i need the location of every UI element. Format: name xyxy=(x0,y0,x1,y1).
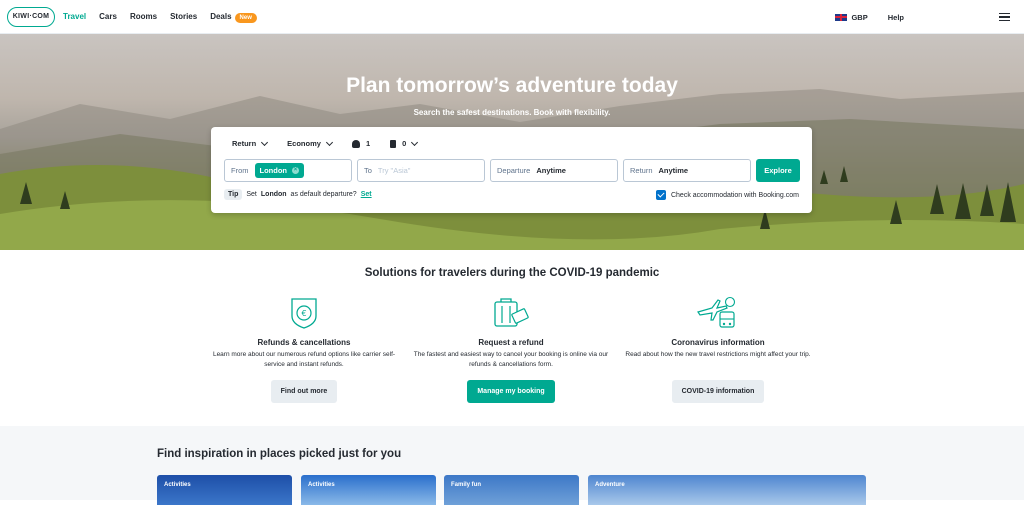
inspiration-card[interactable]: Activities xyxy=(157,475,292,505)
cabin-class-label: Economy xyxy=(287,139,321,148)
inspiration-title: Find inspiration in places picked just f… xyxy=(157,448,402,460)
help-link[interactable]: Help xyxy=(888,13,904,22)
tip-text-pre: Set xyxy=(246,191,257,198)
covid-info-button[interactable]: COVID-19 information xyxy=(671,380,765,403)
tip-city: London xyxy=(260,191,287,198)
menu-icon[interactable] xyxy=(999,12,1010,22)
bag-icon xyxy=(390,139,397,148)
inspiration-card[interactable]: Adventure xyxy=(588,475,866,505)
card-label: Activities xyxy=(164,482,191,488)
tip-text-post: as default departure? xyxy=(290,191,357,198)
nav-deals[interactable]: Deals New xyxy=(210,12,257,23)
accommodation-check[interactable]: Check accommodation with Booking.com xyxy=(655,190,799,200)
to-placeholder: Try "Asia" xyxy=(377,166,411,175)
trip-type-select[interactable]: Return xyxy=(232,138,269,148)
chevron-down-icon xyxy=(411,138,419,146)
covid-card-refunds: € Refunds & cancellations Learn more abo… xyxy=(206,296,402,403)
uk-flag-icon xyxy=(835,13,848,21)
passenger-icon xyxy=(351,139,360,148)
chevron-down-icon xyxy=(325,138,333,146)
main-nav: Travel Cars Rooms Stories Deals New xyxy=(63,12,257,23)
passenger-count: 1 xyxy=(365,139,371,148)
header-right: GBP Help xyxy=(835,0,1024,34)
search-form: Return Economy 1 0 From London × To Try "… xyxy=(211,127,812,213)
hero-subtitle: Search the safest destinations. Book wit… xyxy=(413,108,611,117)
hero-title: Plan tomorrow’s adventure today xyxy=(346,74,678,97)
explore-button[interactable]: Explore xyxy=(756,159,800,182)
new-badge: New xyxy=(234,13,257,23)
covid-card-request-refund: Request a refund The fastest and easiest… xyxy=(413,296,609,403)
passengers-select[interactable]: 1 xyxy=(351,139,371,148)
trip-type-label: Return xyxy=(232,139,257,148)
bags-select[interactable]: 0 xyxy=(390,138,419,148)
covid-card-coronavirus: Coronavirus information Read about how t… xyxy=(620,296,816,403)
tip-row: Tip Set London as default departure? Set xyxy=(224,189,372,200)
nav-travel[interactable]: Travel xyxy=(63,12,86,21)
inspiration-section: Find inspiration in places picked just f… xyxy=(0,426,1024,505)
return-label: Return xyxy=(630,166,653,175)
card-title: Request a refund xyxy=(478,338,544,347)
kiwi-logo[interactable]: KIWI·COM xyxy=(7,6,55,27)
nav-cars[interactable]: Cars xyxy=(99,12,117,21)
card-label: Activities xyxy=(308,482,335,488)
inspiration-card[interactable]: Activities xyxy=(301,475,436,505)
find-out-more-button[interactable]: Find out more xyxy=(270,380,338,403)
chevron-down-icon xyxy=(261,138,269,146)
covid-section-title: Solutions for travelers during the COVID… xyxy=(364,267,660,279)
luggage-ticket-icon xyxy=(413,296,609,330)
departure-label: Departure xyxy=(497,166,531,175)
nav-stories[interactable]: Stories xyxy=(170,12,197,21)
inspiration-card[interactable]: Family fun xyxy=(444,475,579,505)
card-label: Family fun xyxy=(451,482,482,488)
from-label: From xyxy=(231,166,249,175)
bag-count: 0 xyxy=(402,139,407,148)
manage-booking-button[interactable]: Manage my booking xyxy=(467,380,555,403)
set-default-link[interactable]: Set xyxy=(361,191,372,198)
nav-rooms[interactable]: Rooms xyxy=(130,12,157,21)
card-text: Learn more about our numerous refund opt… xyxy=(212,351,396,368)
card-text: Read about how the new travel restrictio… xyxy=(625,351,811,358)
to-label: To xyxy=(364,166,372,175)
card-title: Refunds & cancellations xyxy=(257,338,351,347)
nav-deals-label: Deals xyxy=(210,12,232,21)
search-options: Return Economy 1 0 xyxy=(232,138,419,148)
from-chip[interactable]: London × xyxy=(254,163,304,178)
travel-transport-icon xyxy=(620,296,816,330)
accommodation-checkbox[interactable] xyxy=(655,190,666,200)
svg-text:€: € xyxy=(301,309,306,318)
logo-text: KIWI·COM xyxy=(12,13,50,20)
tip-badge: Tip xyxy=(224,189,243,200)
accommodation-label: Check accommodation with Booking.com xyxy=(670,191,799,199)
return-field[interactable]: Return Anytime xyxy=(623,159,751,182)
hero-banner: Plan tomorrow’s adventure today Search t… xyxy=(0,34,1024,250)
card-text: The fastest and easiest way to cancel yo… xyxy=(413,351,609,368)
from-field[interactable]: From London × xyxy=(224,159,352,182)
shield-icon: € xyxy=(206,296,402,330)
card-label: Adventure xyxy=(595,482,625,488)
departure-value: Anytime xyxy=(536,166,566,175)
departure-field[interactable]: Departure Anytime xyxy=(490,159,618,182)
top-header: KIWI·COM Travel Cars Rooms Stories Deals… xyxy=(0,0,1024,34)
currency-selector[interactable]: GBP xyxy=(851,13,867,22)
to-field[interactable]: To Try "Asia" xyxy=(357,159,485,182)
return-value: Anytime xyxy=(658,166,689,175)
from-chip-text: London xyxy=(259,166,288,175)
cabin-class-select[interactable]: Economy xyxy=(287,138,333,148)
card-title: Coronavirus information xyxy=(671,338,765,347)
remove-chip-icon[interactable]: × xyxy=(292,167,299,174)
